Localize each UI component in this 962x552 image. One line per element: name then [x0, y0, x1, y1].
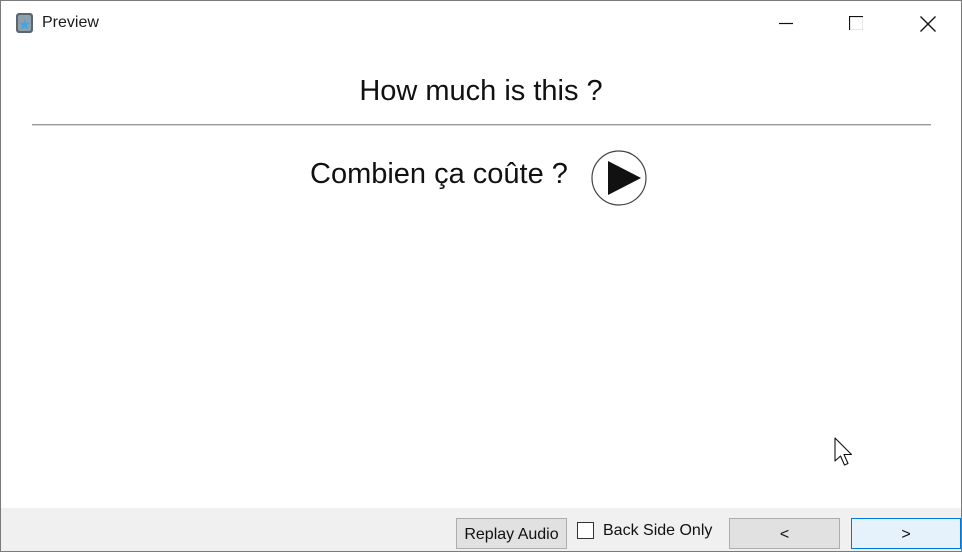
title-bar[interactable]: Preview — [1, 1, 961, 47]
minimize-button[interactable] — [763, 1, 809, 47]
play-icon — [591, 150, 647, 206]
maximize-button[interactable] — [833, 1, 879, 47]
replay-audio-button[interactable]: Replay Audio — [456, 518, 567, 549]
close-button[interactable] — [904, 1, 950, 47]
next-card-button[interactable]: > — [851, 518, 961, 549]
card-back-text: Combien ça coûte ? — [310, 158, 568, 190]
preview-window: Preview How much is this ? Combien ça co… — [0, 0, 962, 552]
card-front-text: How much is this ? — [359, 75, 603, 107]
maximize-icon — [849, 16, 863, 30]
back-side-only-checkbox[interactable] — [577, 522, 594, 539]
back-side-only-label[interactable]: Back Side Only — [603, 522, 712, 540]
card-back-row: Combien ça coûte ? — [1, 149, 961, 209]
mouse-cursor-icon — [834, 437, 854, 472]
app-icon — [15, 12, 35, 34]
bottom-toolbar: Replay Audio Back Side Only < > — [1, 508, 961, 551]
card-divider — [32, 124, 931, 126]
window-title: Preview — [42, 14, 99, 31]
previous-card-button[interactable]: < — [729, 518, 840, 549]
minimize-icon — [779, 22, 793, 25]
close-icon — [920, 16, 936, 32]
play-audio-button[interactable] — [591, 150, 647, 206]
